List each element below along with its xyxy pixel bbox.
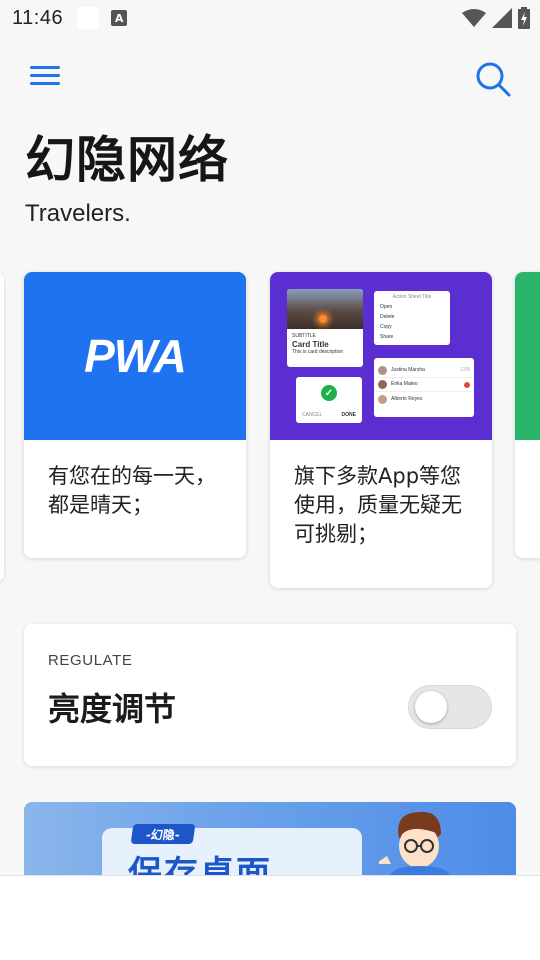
mini-photo-card: SUBTITLE Card Title This is card descrip… — [287, 289, 363, 367]
page-subtitle: Travelers. — [25, 200, 131, 227]
notification-a-icon: A — [111, 10, 128, 26]
mini-sheet-item: Delete — [380, 314, 395, 320]
carousel-card-pwa[interactable]: PWA 有您在的每一天，都是晴天； — [24, 272, 246, 558]
mini-contact-name: Alberto Reyes — [391, 395, 423, 402]
carousel-card-peek-right[interactable] — [515, 272, 540, 558]
status-icons — [462, 7, 530, 29]
mini-sheet-item: Open — [380, 304, 393, 310]
card-title: 亮度调节 — [48, 690, 177, 728]
page-title: 幻隐网络 — [25, 131, 229, 189]
mini-sheet-item: Copy — [380, 324, 392, 330]
avatar — [378, 366, 387, 375]
mini-done: DONE — [341, 412, 356, 418]
status-time: 11:46 — [12, 6, 64, 29]
search-button[interactable] — [474, 60, 512, 98]
avatar — [378, 394, 387, 404]
brightness-toggle[interactable] — [408, 685, 492, 729]
pwa-logo: PWA — [84, 330, 187, 382]
promo-banner[interactable]: -幻隐- 保存桌面 — [24, 802, 516, 876]
card-text: 有您在的每一天，都是晴天； — [48, 464, 216, 517]
status-bar: 11:46 A — [0, 0, 540, 36]
bottom-sheet-area — [0, 875, 540, 960]
mini-contact-name: Justina Marsha — [391, 367, 425, 373]
mini-photo — [287, 289, 363, 329]
menu-icon-line — [30, 82, 60, 85]
search-icon — [476, 62, 511, 97]
mini-action-sheet: Action Sheet Title Open Delete Copy Shar… — [374, 291, 450, 345]
check-icon: ✓ — [321, 385, 337, 401]
mini-contact-meta: 12/8 — [460, 367, 470, 373]
mini-overline: SUBTITLE — [292, 333, 316, 339]
card-media: SUBTITLE Card Title This is card descrip… — [270, 272, 492, 440]
mini-contact-row: Alberto Reyes — [374, 392, 474, 406]
carousel-card-apps[interactable]: SUBTITLE Card Title This is card descrip… — [270, 272, 492, 588]
card-overline: REGULATE — [48, 652, 133, 669]
menu-button[interactable] — [30, 66, 62, 90]
card-text: 旗下多款App等您使用，质量无疑无可挑剔； — [294, 464, 462, 546]
mini-contact-row: Erika Mateo — [374, 378, 474, 392]
toggle-thumb — [415, 691, 447, 723]
banner-headline: 保存桌面 — [128, 854, 272, 876]
menu-icon-line — [30, 66, 60, 69]
mini-sheet-title: Action Sheet Title — [392, 294, 432, 300]
mini-cancel: CANCEL — [302, 412, 323, 418]
avatar — [378, 380, 387, 389]
card-media — [515, 272, 540, 440]
mini-sheet-item: Share — [380, 334, 394, 340]
cartoon-person-illustration — [379, 811, 451, 876]
mini-dialog: ✓ CANCEL DONE — [296, 377, 362, 423]
carousel-card-peek-left[interactable] — [0, 272, 4, 582]
mini-contact-row: Justina Marsha 12/8 — [374, 364, 474, 378]
wifi-icon — [462, 9, 486, 27]
mini-card-desc: This is card description — [292, 349, 344, 355]
battery-icon — [518, 7, 530, 29]
notification-icon — [77, 7, 100, 29]
mini-contacts: Justina Marsha 12/8 Erika Mateo Alberto … — [374, 358, 474, 417]
card-media: PWA — [24, 272, 246, 440]
banner-tag: -幻隐- — [130, 824, 196, 844]
brightness-card: REGULATE 亮度调节 — [24, 624, 516, 766]
signal-icon — [492, 8, 512, 28]
feature-carousel[interactable]: PWA 有您在的每一天，都是晴天； SUBTITLE Card Title Th… — [0, 272, 540, 592]
badge-dot-icon — [464, 381, 470, 388]
menu-icon-line — [30, 74, 60, 77]
mini-card-title: Card Title — [292, 340, 329, 349]
mini-contact-name: Erika Mateo — [391, 381, 418, 387]
